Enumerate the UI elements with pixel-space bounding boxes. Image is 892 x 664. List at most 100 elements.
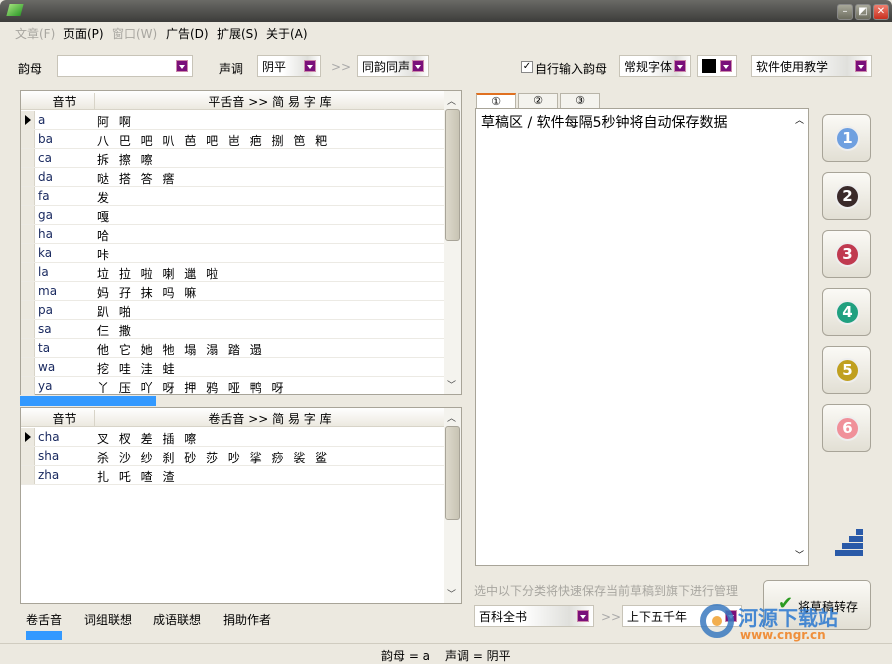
syllable-cell: a [38, 113, 46, 127]
category1-value: 百科全书 [479, 610, 528, 624]
scroll-up-icon[interactable]: ︿ [795, 113, 804, 126]
vertical-scrollbar[interactable]: ︿ ﹀ [444, 91, 461, 394]
number-button-2[interactable]: 2 [822, 172, 871, 220]
close-button[interactable]: ✕ [873, 4, 889, 20]
tutorial-combo[interactable]: 软件使用教学 [751, 55, 872, 77]
col-chars[interactable]: 平舌音 >> 简 易 字 库 [96, 93, 444, 110]
chars-cell: 八 巴 吧 叭 芭 吧 岜 疤 捌 笆 粑 [97, 134, 331, 148]
shengdiao-value: 阴平 [262, 60, 287, 74]
scroll-down-icon[interactable]: ﹀ [795, 548, 804, 561]
table-row[interactable]: ma 妈 孖 抹 吗 嘛 [21, 282, 444, 301]
tab-juanshe[interactable]: 卷舌音 [26, 611, 62, 628]
chars-cell: 妈 孖 抹 吗 嘛 [97, 286, 200, 300]
table-row[interactable]: wa 挖 哇 洼 蛙 [21, 358, 444, 377]
vertical-scrollbar[interactable]: ︿ ﹀ [444, 408, 461, 603]
table-row[interactable]: da 哒 搭 答 瘩 [21, 168, 444, 187]
table-row[interactable]: ka 咔 [21, 244, 444, 263]
font-combo[interactable]: 常规字体 [619, 55, 691, 77]
tab-donate[interactable]: 捐助作者 [223, 611, 271, 628]
table-row[interactable]: ca 拆 擦 嚓 [21, 149, 444, 168]
juanshe-grid: 音节 卷舌音 >> 简 易 字 库 ︿ ﹀ cha 叉 杈 差 插 嚓 sha 杀 沙 … [20, 407, 462, 604]
table-row[interactable]: sa 仨 撒 [21, 320, 444, 339]
shengdiao-combo[interactable]: 阴平 [257, 55, 321, 77]
syllable-cell: da [38, 170, 53, 184]
menu-about[interactable]: 关于(A) [266, 25, 308, 42]
tab-phrase[interactable]: 词组联想 [84, 611, 132, 628]
col-chars[interactable]: 卷舌音 >> 简 易 字 库 [96, 410, 444, 427]
number-3-icon: 3 [835, 242, 860, 267]
dropdown-arrow-icon [674, 60, 686, 72]
mode-combo[interactable]: 同韵同声 [357, 55, 429, 77]
scroll-thumb[interactable] [445, 109, 460, 241]
table-row[interactable]: sha 杀 沙 纱 刹 砂 莎 吵 挲 痧 裟 鲨 [21, 447, 444, 466]
menu-extend[interactable]: 扩展(S) [217, 25, 258, 42]
row-indicator [21, 263, 35, 281]
tab-idiom[interactable]: 成语联想 [153, 611, 201, 628]
number-4-icon: 4 [835, 300, 860, 325]
table-row[interactable]: ya 丫 压 吖 呀 押 鸦 哑 鸭 呀 [21, 377, 444, 396]
menu-article[interactable]: 文章(F) [15, 25, 55, 42]
category2-combo[interactable]: 上下五千年 [622, 605, 742, 627]
number-button-5[interactable]: 5 [822, 346, 871, 394]
menu-ad[interactable]: 广告(D) [166, 25, 209, 42]
table-row[interactable]: a阿 啊 [21, 111, 444, 130]
maximize-button[interactable]: ◩ [855, 4, 871, 20]
menu-bar: 文章(F) 页面(P) 窗口(W) 广告(D) 扩展(S) 关于(A) [0, 22, 892, 44]
row-indicator [21, 244, 35, 262]
app-icon [6, 4, 24, 16]
check-icon: ✔ [778, 593, 794, 614]
table-row[interactable]: cha 叉 杈 差 插 嚓 [21, 428, 444, 447]
row-indicator [21, 377, 35, 395]
editor-tab-1[interactable]: ① [476, 93, 516, 108]
table-row[interactable]: ba 八 巴 吧 叭 芭 吧 岜 疤 捌 笆 粑 [21, 130, 444, 149]
chars-cell: 哈 [97, 229, 113, 243]
table-row[interactable]: zha 扎 吒 喳 渣 [21, 466, 444, 485]
minimize-button[interactable]: – [837, 4, 853, 20]
status-yunmu: 韵母 = a [381, 649, 431, 663]
number-button-3[interactable]: 3 [822, 230, 871, 278]
font-value: 常规字体 [624, 60, 673, 74]
progress-strip [20, 396, 156, 406]
number-6-icon: 6 [835, 416, 860, 441]
yunmu-combo[interactable] [57, 55, 193, 77]
number-button-4[interactable]: 4 [822, 288, 871, 336]
table-row[interactable]: ta 他 它 她 牠 塌 溻 踏 遢 [21, 339, 444, 358]
syllable-cell: wa [38, 360, 56, 374]
col-syllable[interactable]: 音节 [35, 410, 95, 427]
number-button-1[interactable]: 1 [822, 114, 871, 162]
syllable-cell: ya [38, 379, 53, 393]
scroll-thumb[interactable] [445, 426, 460, 520]
syllable-cell: ha [38, 227, 53, 241]
editor-tab-3[interactable]: ③ [560, 93, 600, 108]
chars-cell: 仨 撒 [97, 324, 134, 338]
table-row[interactable]: ga 嘎 [21, 206, 444, 225]
col-syllable[interactable]: 音节 [35, 93, 95, 110]
menu-window[interactable]: 窗口(W) [112, 25, 157, 42]
chars-cell: 拆 擦 嚓 [97, 153, 156, 167]
color-combo[interactable] [697, 55, 737, 77]
row-indicator [21, 339, 35, 357]
table-row[interactable]: pa 趴 啪 [21, 301, 444, 320]
status-bar: 韵母 = a 声调 = 阴平 [0, 643, 892, 664]
draft-textarea[interactable]: 草稿区 / 软件每隔5秒钟将自动保存数据 ︿ ﹀ [475, 108, 809, 566]
table-row[interactable]: la 垃 拉 啦 喇 邋 啦 [21, 263, 444, 282]
tutorial-value: 软件使用教学 [756, 60, 829, 74]
number-button-6[interactable]: 6 [822, 404, 871, 452]
table-row[interactable]: ha 哈 [21, 225, 444, 244]
number-2-icon: 2 [835, 184, 860, 209]
save-draft-button[interactable]: ✔ 将草稿转存 [763, 580, 871, 630]
chars-cell: 挖 哇 洼 蛙 [97, 362, 178, 376]
editor-tab-2[interactable]: ② [518, 93, 558, 108]
arrow-separator: >> [601, 610, 622, 624]
self-input-checkbox[interactable]: ✓ [521, 61, 533, 73]
row-indicator [21, 149, 35, 167]
chars-cell: 发 [97, 191, 113, 205]
syllable-cell: zha [38, 468, 60, 482]
table-row[interactable]: fa 发 [21, 187, 444, 206]
menu-page[interactable]: 页面(P) [63, 25, 104, 42]
row-indicator [21, 320, 35, 338]
category1-combo[interactable]: 百科全书 [474, 605, 594, 627]
shengdiao-label: 声调 [219, 62, 244, 76]
syllable-cell: ca [38, 151, 52, 165]
dropdown-arrow-icon [176, 60, 188, 72]
